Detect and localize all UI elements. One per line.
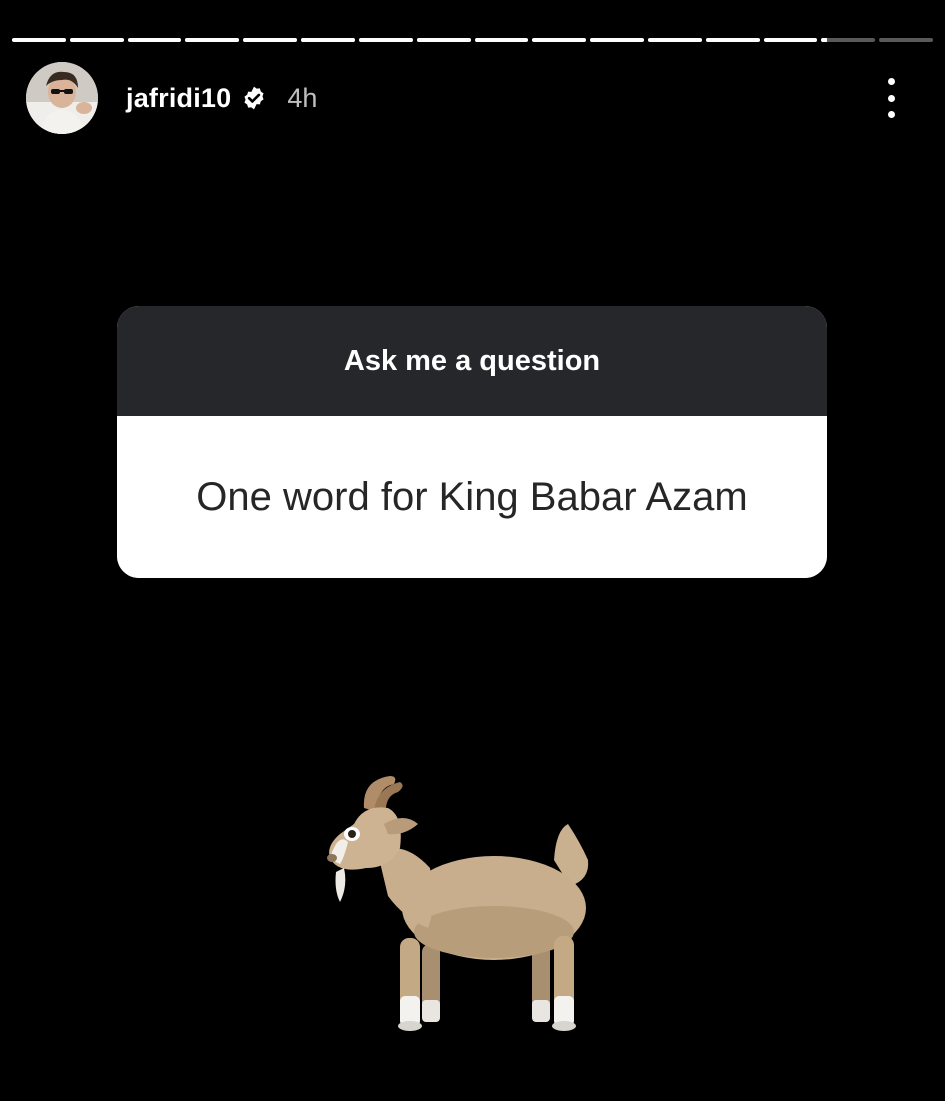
more-dot (887, 78, 895, 85)
progress-segment-fill (358, 38, 413, 42)
progress-segment (185, 38, 240, 42)
question-sticker-answer: One word for King Babar Azam (117, 416, 827, 578)
more-vertical-icon[interactable] (878, 78, 904, 118)
progress-segment (127, 38, 182, 42)
progress-segment-fill (69, 38, 124, 42)
progress-segment (474, 38, 529, 42)
story-header: jafridi10 4h (26, 62, 317, 134)
progress-segment-fill (647, 38, 702, 42)
progress-segment (532, 38, 587, 42)
progress-segment (821, 38, 876, 42)
progress-segment-fill (705, 38, 760, 42)
progress-segment-fill (763, 38, 818, 42)
progress-segment-fill (474, 38, 529, 42)
goat-emoji-icon (318, 768, 604, 1036)
progress-segment (416, 38, 471, 42)
username[interactable]: jafridi10 (126, 83, 231, 114)
progress-segment-fill (127, 38, 182, 42)
story-progress-bar (12, 38, 933, 42)
progress-segment (590, 38, 644, 42)
progress-segment (705, 38, 760, 42)
progress-segment (12, 38, 66, 42)
progress-segment-fill (821, 38, 827, 42)
progress-segment-fill (12, 38, 66, 42)
progress-segment-fill (243, 38, 298, 42)
progress-segment (763, 38, 818, 42)
more-dot (887, 111, 895, 118)
progress-segment (358, 38, 413, 42)
more-dot (887, 94, 895, 102)
progress-segment-fill (185, 38, 240, 42)
progress-segment (301, 38, 355, 42)
post-time: 4h (287, 82, 318, 113)
question-sticker[interactable]: Ask me a question One word for King Baba… (117, 306, 827, 578)
verified-badge-icon (241, 85, 267, 111)
progress-segment (647, 38, 702, 42)
progress-segment-fill (590, 38, 644, 42)
question-sticker-prompt: Ask me a question (117, 306, 827, 416)
progress-segment (879, 38, 933, 42)
progress-segment (243, 38, 298, 42)
progress-segment-fill (532, 38, 587, 42)
profile-avatar[interactable] (26, 62, 98, 134)
progress-segment-fill (416, 38, 471, 42)
progress-segment-fill (301, 38, 355, 42)
progress-segment (69, 38, 124, 42)
